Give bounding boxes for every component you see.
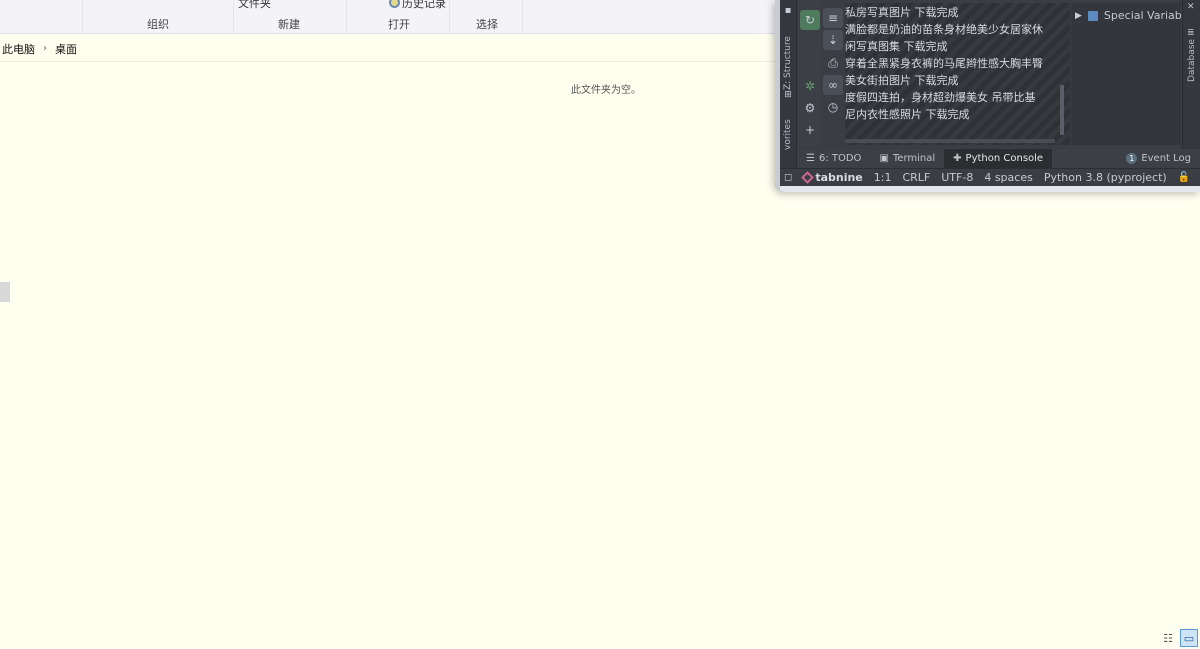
history-icon bbox=[389, 0, 400, 8]
ribbon-separator bbox=[346, 0, 347, 32]
console-line: 美女街拍图片 下载完成 bbox=[845, 74, 959, 87]
tab-python-console-label: Python Console bbox=[965, 153, 1044, 164]
console-line: 尼内衣性感照片 下载完成 bbox=[845, 108, 970, 121]
python-icon: ✚ bbox=[953, 153, 962, 164]
history-label[interactable]: 历史记录 bbox=[402, 0, 446, 11]
settings-gear-icon[interactable]: ⚙ bbox=[800, 98, 820, 118]
tool-window-tabs: ☰ 6: TODO ▣ Terminal ✚ Python Console 1 … bbox=[797, 149, 1200, 168]
console-line: 度假四连拍，身材超劲爆美女 吊带比基 bbox=[845, 91, 1036, 104]
console-actions: ≡ ⇣ ⎙ ∞ ◷ bbox=[821, 0, 845, 146]
ribbon-separator bbox=[522, 0, 523, 32]
lock-icon[interactable]: 🔓 bbox=[1178, 172, 1190, 183]
event-count-badge: 1 bbox=[1126, 153, 1138, 164]
debug-icon[interactable]: ✲ bbox=[800, 76, 820, 96]
console-line: 私房写真图片 下载完成 bbox=[845, 6, 959, 19]
structure-icon[interactable]: ⊞ bbox=[781, 88, 795, 102]
window-frame bbox=[780, 186, 1200, 192]
project-icon[interactable]: ▪ bbox=[781, 3, 795, 17]
tab-event-log-label: Event Log bbox=[1141, 153, 1191, 164]
ribbon-separator bbox=[449, 0, 450, 32]
right-tool-strip: ✕ ≣ Database bbox=[1182, 0, 1200, 168]
todo-list-icon: ☰ bbox=[806, 153, 815, 164]
variables-panel: ▶ Special Variabl bbox=[1071, 3, 1185, 145]
expand-arrow-icon[interactable]: ▶ bbox=[1075, 11, 1082, 21]
special-variables-label: Special Variabl bbox=[1103, 9, 1185, 22]
structure-tab[interactable]: Z: Structure bbox=[783, 36, 793, 90]
file-encoding[interactable]: UTF-8 bbox=[941, 171, 973, 184]
chevron-right-icon[interactable]: › bbox=[43, 43, 47, 54]
terminal-icon: ▣ bbox=[879, 153, 889, 164]
special-variables-row[interactable]: ▶ Special Variabl bbox=[1075, 9, 1185, 22]
console-scrollbar[interactable] bbox=[1060, 85, 1064, 135]
python-interpreter[interactable]: Python 3.8 (pyproject) bbox=[1044, 171, 1167, 184]
console-line: 闲写真图集 下载完成 bbox=[845, 40, 948, 53]
breadcrumb-desktop[interactable]: 桌面 bbox=[55, 41, 77, 57]
database-icon[interactable]: ≣ bbox=[1187, 28, 1195, 38]
large-icons-view-icon[interactable]: ▭ bbox=[1180, 629, 1198, 647]
empty-folder-message: 此文件夹为空。 bbox=[571, 85, 641, 96]
python-console-output[interactable]: 私房写真图片 下载完成 满脸都是奶油的苗条身材绝美少女居家休 闲写真图集 下载完… bbox=[845, 3, 1070, 145]
group-open-label: 打开 bbox=[388, 18, 410, 31]
ribbon-separator bbox=[233, 0, 234, 32]
status-bar: ◻ tabnine 1:1 CRLF UTF-8 4 spaces Python… bbox=[780, 168, 1200, 186]
console-toolbar: ↻ ✲ ⚙ + bbox=[798, 0, 822, 146]
pycharm-window: ▪ Z: Structure ⊞ vorites ↻ ✲ ⚙ + ≡ ⇣ ⎙ ∞… bbox=[775, 0, 1200, 192]
scrollbar-thumb[interactable] bbox=[0, 282, 10, 302]
close-icon[interactable]: ✕ bbox=[1187, 2, 1195, 12]
tab-terminal-label: Terminal bbox=[892, 153, 936, 164]
tab-python-console[interactable]: ✚ Python Console bbox=[944, 149, 1053, 168]
group-select-label: 选择 bbox=[476, 18, 498, 31]
group-organize-label: 组织 bbox=[147, 18, 169, 31]
tab-todo[interactable]: ☰ 6: TODO bbox=[797, 149, 870, 168]
caret-position[interactable]: 1:1 bbox=[874, 171, 892, 184]
show-variables-icon[interactable]: ∞ bbox=[823, 75, 843, 95]
new-folder-label[interactable]: 文件夹 bbox=[238, 0, 271, 11]
indent-setting[interactable]: 4 spaces bbox=[984, 171, 1033, 184]
breadcrumb-this-pc[interactable]: 此电脑 bbox=[2, 41, 35, 57]
details-view-icon[interactable]: ☷ bbox=[1159, 629, 1177, 647]
print-icon[interactable]: ⎙ bbox=[823, 53, 843, 73]
tabnine-logo-icon bbox=[801, 171, 815, 184]
tab-event-log[interactable]: 1 Event Log bbox=[1117, 149, 1200, 168]
database-tab[interactable]: Database bbox=[1187, 39, 1197, 82]
layout-icon[interactable]: ◻ bbox=[784, 172, 792, 183]
tabnine-label: tabnine bbox=[815, 171, 863, 184]
variables-icon bbox=[1087, 10, 1098, 21]
add-icon[interactable]: + bbox=[800, 120, 820, 140]
ribbon-separator bbox=[82, 0, 83, 32]
console-line: 穿着全黑紧身衣裤的马尾辫性感大胸丰臀 bbox=[845, 57, 1043, 70]
favorites-tab[interactable]: vorites bbox=[783, 119, 793, 150]
rerun-icon[interactable]: ↻ bbox=[800, 10, 820, 30]
tab-terminal[interactable]: ▣ Terminal bbox=[870, 149, 944, 168]
scroll-to-end-icon[interactable]: ⇣ bbox=[823, 30, 843, 50]
group-new-label: 新建 bbox=[278, 18, 300, 31]
soft-wrap-icon[interactable]: ≡ bbox=[823, 8, 843, 28]
console-horizontal-scrollbar[interactable] bbox=[845, 139, 1055, 144]
left-tool-strip: ▪ Z: Structure ⊞ vorites bbox=[780, 0, 797, 168]
line-separator[interactable]: CRLF bbox=[902, 171, 930, 184]
console-line: 满脸都是奶油的苗条身材绝美少女居家休 bbox=[845, 23, 1043, 36]
tabnine-status[interactable]: tabnine bbox=[801, 171, 863, 184]
history-clock-icon[interactable]: ◷ bbox=[823, 97, 843, 117]
tab-todo-label: 6: TODO bbox=[818, 153, 862, 164]
